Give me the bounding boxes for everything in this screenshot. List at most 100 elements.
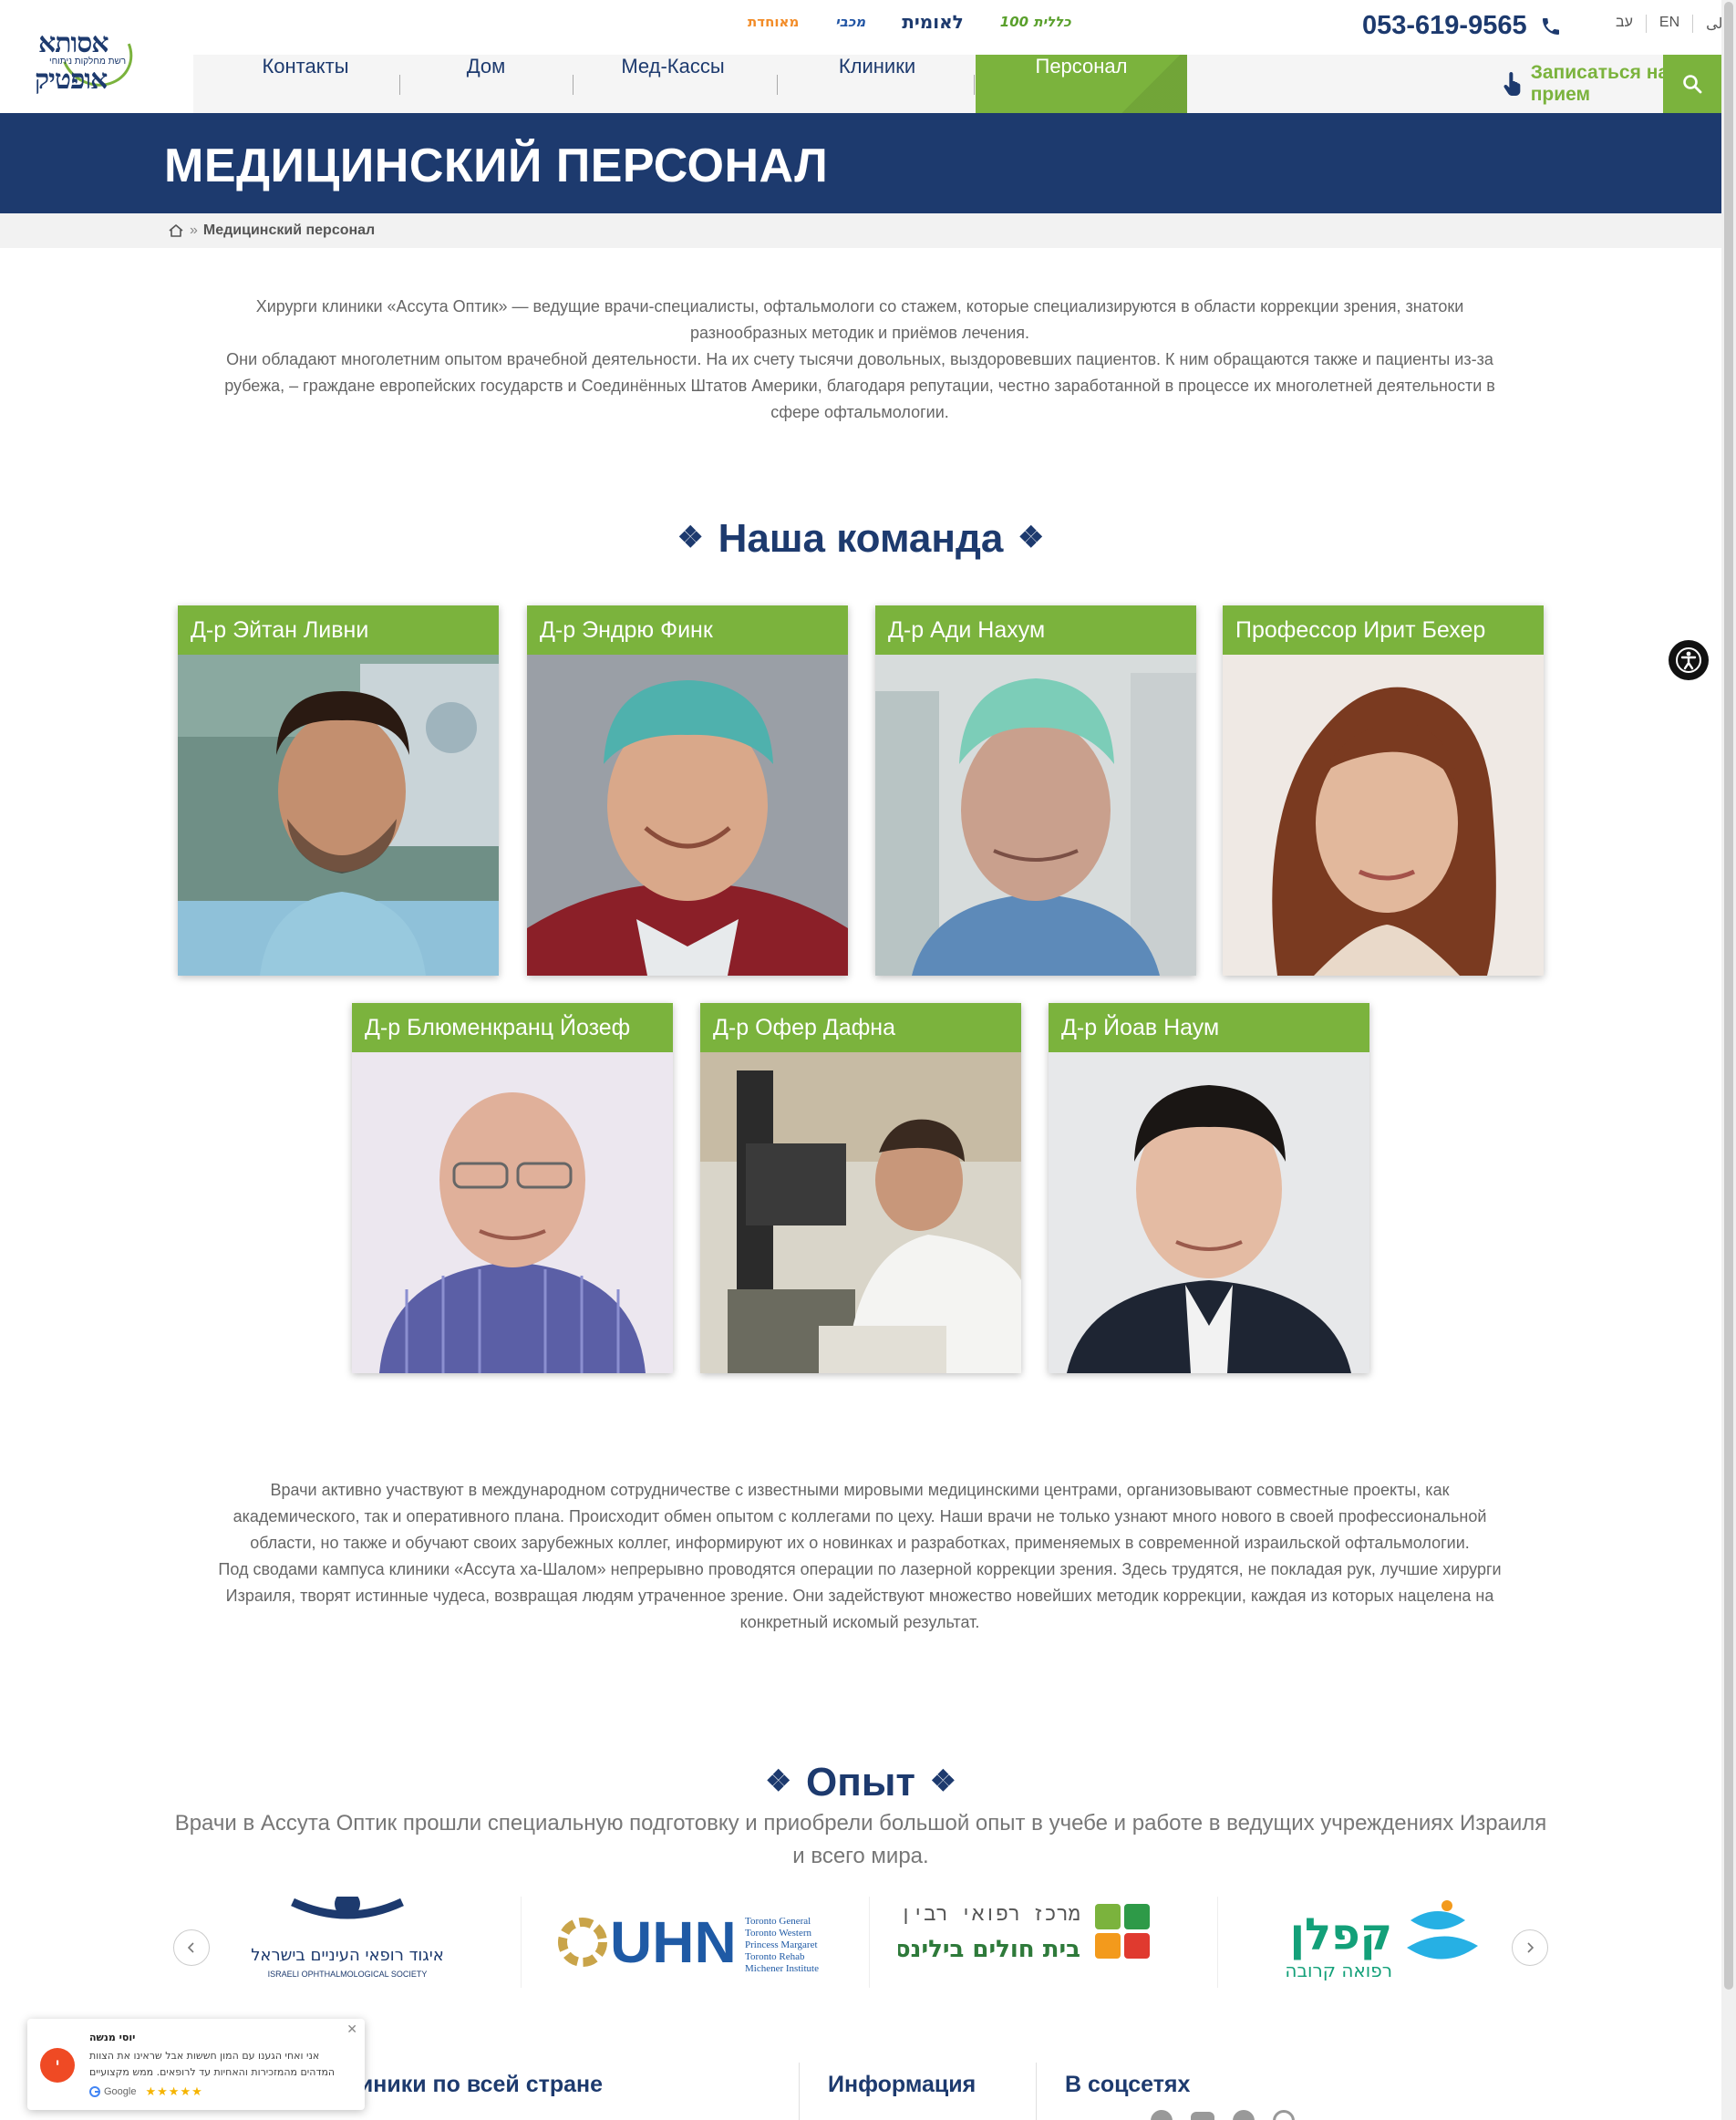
footer-divider — [1036, 2063, 1037, 2120]
instagram-icon[interactable] — [1233, 2110, 1255, 2120]
whatsapp-icon[interactable] — [1273, 2110, 1295, 2120]
chevron-right-icon — [1527, 1942, 1534, 1953]
ornament-icon: ❖ — [929, 1764, 956, 1798]
review-source: Google ★★★★★ — [89, 2084, 203, 2099]
carousel-prev-button[interactable] — [173, 1929, 210, 1966]
youtube-icon[interactable] — [1191, 2112, 1214, 2120]
accessibility-button[interactable] — [1669, 640, 1709, 680]
phone-icon — [1542, 17, 1559, 35]
partners-carousel: איגוד רופאי העיניים בישראל ISRAELI OPHTH… — [173, 1897, 1559, 1997]
rating-stars: ★★★★★ — [145, 2084, 203, 2098]
doctor-photo — [1049, 1052, 1369, 1373]
doctor-card[interactable]: Д-р Йоав Наум — [1049, 1003, 1369, 1373]
nav-item-contacts[interactable]: Контакты — [230, 55, 381, 113]
reviewer-name: יוסי מנשה — [89, 2032, 136, 2043]
team-heading: ❖ Наша команда ❖ — [0, 516, 1721, 562]
logo-text-bottom: אופטיק — [35, 64, 108, 96]
footer-clinics-title: линики по всей стране — [345, 2072, 604, 2097]
ornament-icon: ❖ — [1018, 521, 1045, 554]
doctor-card[interactable]: Профессор Ирит Бехер — [1223, 605, 1544, 976]
nav-item-home[interactable]: Дом — [418, 55, 554, 113]
experience-subtitle: Врачи в Ассута Оптик прошли специальную … — [174, 1811, 1547, 1868]
leumit-logo[interactable]: לאומית — [902, 11, 964, 33]
intro-text: Хирурги клиники «Ассута Оптик» — ведущие… — [210, 294, 1510, 426]
search-icon — [1683, 75, 1702, 94]
partner-1-sub: ISRAELI OPHTHALMOLOGICAL SOCIETY — [267, 1970, 427, 1979]
nav-item-health-funds[interactable]: Мед-Кассы — [591, 55, 755, 113]
partner-2-name: UHN — [610, 1909, 737, 1975]
doctor-card[interactable]: Д-р Офер Дафна — [700, 1003, 1021, 1373]
accessibility-icon — [1676, 647, 1701, 673]
ornament-icon: ❖ — [677, 521, 704, 554]
nav-separator — [399, 75, 400, 95]
google-badge: Google — [89, 2086, 136, 2097]
ornament-icon: ❖ — [765, 1764, 792, 1798]
clalit-logo[interactable]: כללית 100 — [1000, 14, 1071, 30]
experience-heading: ❖ Опыт ❖ — [0, 1760, 1721, 1805]
partner-1-name: איגוד רופאי העיניים בישראל — [251, 1946, 444, 1965]
doctor-card[interactable]: Д-р Эндрю Финк — [527, 605, 848, 976]
home-icon[interactable] — [168, 223, 184, 238]
phone-number: 053-619-9565 — [1362, 11, 1527, 40]
doctor-photo — [527, 655, 848, 976]
social-icons — [1151, 2110, 1295, 2120]
partner-4-name: קפלן — [1290, 1909, 1392, 1960]
page-title-banner: МЕДИЦИНСКИЙ ПЕРСОНАЛ — [0, 113, 1721, 213]
intro-paragraph-2: Они обладают многолетним опытом врачебно… — [224, 350, 1495, 421]
doctor-name: Д-р Блюменкранц Йозеф — [352, 1003, 673, 1052]
lang-english[interactable]: EN — [1645, 15, 1692, 33]
logo-text-top: אסותא — [38, 27, 109, 59]
scrollbar-thumb[interactable] — [1724, 2, 1733, 1990]
nav-separator — [974, 75, 975, 95]
phone-link[interactable]: 053-619-9565 — [1362, 11, 1562, 41]
footer-social-title: В соцсетях — [1065, 2072, 1191, 2097]
partner-logo-rabin[interactable]: מרכז רפואי רבין בית חולים בילינסון — [870, 1897, 1218, 1988]
cooperation-paragraph-2: Под сводами кампуса клиники «Ассута ха-Ш… — [218, 1560, 1502, 1631]
experience-heading-text: Опыт — [806, 1760, 915, 1805]
rabin-logo: מרכז רפואי רבין בית חולים בילינסון — [898, 1903, 1150, 1963]
doctor-card[interactable]: Д-р Блюменкранц Йозеф — [352, 1003, 673, 1373]
partner-2-sub-5: Michener Institute — [745, 1963, 819, 1974]
nav-item-staff[interactable]: Персонал — [976, 55, 1187, 113]
doctor-photo — [700, 1052, 1021, 1373]
breadcrumb: » Медицинский персонал — [168, 222, 375, 239]
partner-3-name: מרכז רפואי רבין — [899, 1903, 1080, 1926]
doctor-photo — [1223, 655, 1544, 976]
partner-logo-uhn[interactable]: UHN Toronto General Toronto Western Prin… — [522, 1897, 870, 1988]
footer-info-title: Информация — [828, 2072, 976, 2097]
lang-hebrew[interactable]: עב — [1603, 15, 1646, 33]
google-review-widget[interactable]: ✕ י יוסי מנשה אני ואחי הגענו עם המון חשש… — [27, 2019, 365, 2110]
carousel-next-button[interactable] — [1512, 1929, 1548, 1966]
footer-divider — [799, 2063, 800, 2120]
doctor-card[interactable]: Д-р Эйтан Ливни — [178, 605, 499, 976]
doctor-name: Д-р Ади Нахум — [875, 605, 1196, 655]
partner-3-sub: בית חולים בילינסון — [898, 1936, 1080, 1963]
doctor-name: Профессор Ирит Бехер — [1223, 605, 1544, 655]
search-button[interactable] — [1663, 55, 1721, 113]
cooperation-text: Врачи активно участвуют в международном … — [210, 1477, 1510, 1636]
maccabi-logo[interactable]: מכבי — [835, 14, 865, 30]
main-nav: Контакты Дом Мед-Кассы Клиники Персонал … — [193, 55, 1721, 113]
doctor-name: Д-р Офер Дафна — [700, 1003, 1021, 1052]
partner-2-sub-3: Princess Margaret — [745, 1939, 818, 1950]
partner-logo-iosociety[interactable]: איגוד רופאי העיניים בישראל ISRAELI OPHTH… — [173, 1897, 522, 1988]
iosociety-logo: איגוד רופאי העיניים בישראל ISRAELI OPHTH… — [251, 1897, 444, 1979]
partner-2-sub-1: Toronto General — [745, 1916, 811, 1927]
doctor-photo — [352, 1052, 673, 1373]
doctor-name: Д-р Эйтан Ливни — [178, 605, 499, 655]
doctor-photo — [875, 655, 1196, 976]
cooperation-paragraph-1: Врачи активно участвуют в международном … — [232, 1481, 1487, 1552]
breadcrumb-separator: » — [190, 222, 198, 238]
facebook-icon[interactable] — [1151, 2110, 1173, 2120]
review-source-label: Google — [104, 2086, 137, 2097]
partner-2-sub-4: Toronto Rehab — [745, 1951, 805, 1962]
doctor-card[interactable]: Д-р Ади Нахум — [875, 605, 1196, 976]
meuhedet-logo[interactable]: מאוחדת — [748, 14, 799, 30]
breadcrumb-current: Медицинский персонал — [202, 222, 376, 238]
hmo-logos: מאוחדת מכבי לאומית כללית 100 — [748, 11, 1071, 33]
chevron-left-icon — [187, 1942, 194, 1953]
intro-paragraph-1: Хирурги клиники «Ассута Оптик» — ведущие… — [255, 297, 1464, 342]
nav-item-clinics[interactable]: Клиники — [795, 55, 959, 113]
site-logo[interactable]: אסותא רשת מחלקות ניתוחי אופטיק — [33, 7, 160, 98]
close-icon[interactable]: ✕ — [346, 2022, 357, 2037]
